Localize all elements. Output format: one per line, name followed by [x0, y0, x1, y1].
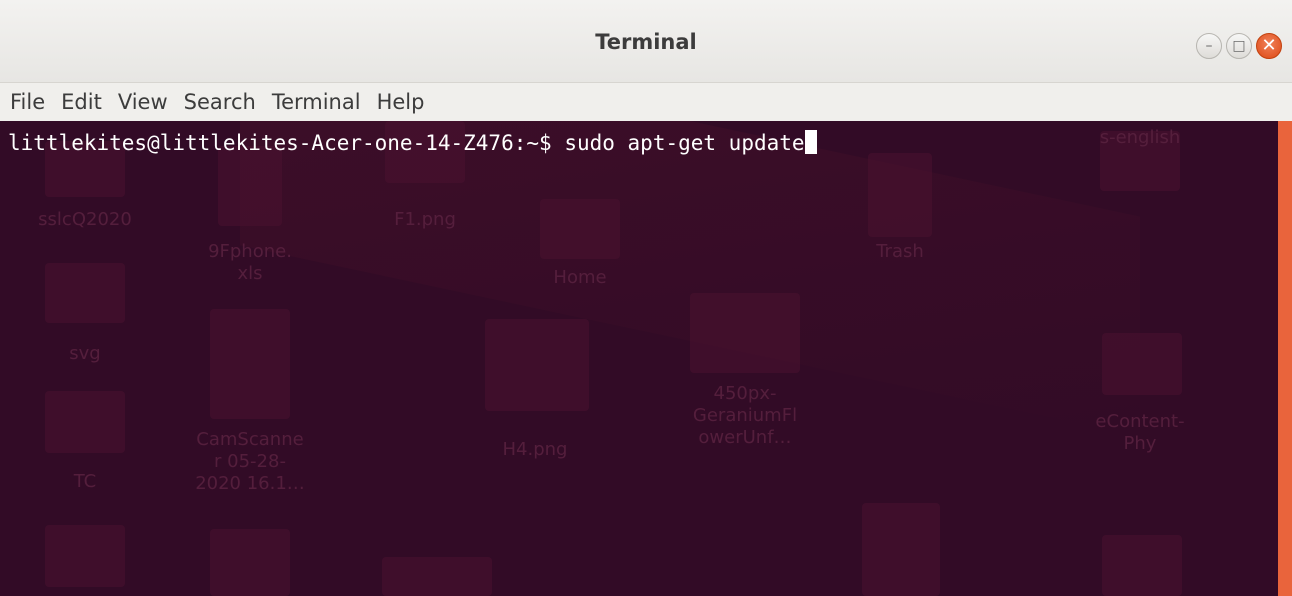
minimize-button[interactable]: – — [1196, 33, 1222, 59]
menu-view[interactable]: View — [118, 90, 168, 114]
folder-icon — [1102, 535, 1182, 596]
terminal-window: Terminal – □ ✕ File Edit View Search Ter… — [0, 0, 1292, 596]
desktop-icon-label: 450px- GeraniumFl owerUnf… — [692, 383, 798, 448]
desktop-icon-label: TC — [73, 471, 97, 492]
document-file-icon — [210, 529, 290, 596]
title-bar[interactable]: Terminal – □ ✕ — [0, 0, 1292, 83]
desktop-reflection: s-english sslcQ2020 9Fphone. xls F1.png … — [0, 121, 1278, 596]
menu-search[interactable]: Search — [184, 90, 256, 114]
desktop-icon-label: sslcQ2020 — [38, 209, 132, 230]
image-file-icon — [382, 557, 492, 596]
folder-icon — [45, 391, 125, 453]
folder-icon — [1100, 131, 1180, 191]
desktop-icon-label: Trash — [876, 241, 924, 262]
window-controls: – □ ✕ — [1196, 33, 1282, 59]
desktop-icon-label: 9Fphone. xls — [208, 241, 292, 284]
window-title: Terminal — [595, 30, 697, 54]
command-line: littlekites@littlekites-Acer-one-14-Z476… — [8, 129, 817, 157]
terminal-area[interactable]: s-english sslcQ2020 9Fphone. xls F1.png … — [0, 121, 1292, 596]
desktop-icon-label: s-english — [1099, 127, 1181, 148]
home-folder-icon — [540, 199, 620, 259]
desktop-icon-label: svg — [69, 343, 101, 364]
minimize-icon: – — [1205, 38, 1213, 54]
maximize-icon: □ — [1232, 38, 1246, 54]
menu-bar: File Edit View Search Terminal Help — [0, 83, 1292, 121]
close-button[interactable]: ✕ — [1256, 33, 1282, 59]
desktop-icon-label: Home — [553, 267, 607, 288]
folder-icon — [1102, 333, 1182, 395]
menu-file[interactable]: File — [10, 90, 45, 114]
close-icon: ✕ — [1261, 35, 1277, 56]
maximize-button[interactable]: □ — [1226, 33, 1252, 59]
document-file-icon — [862, 503, 940, 596]
image-file-icon — [690, 293, 800, 373]
spreadsheet-file-icon — [218, 146, 282, 226]
menu-help[interactable]: Help — [377, 90, 425, 114]
desktop-icon-label: F1.png — [394, 209, 456, 230]
typed-command: sudo apt-get update — [564, 131, 805, 155]
desktop-icon-label: CamScanne r 05-28- 2020 16.1… — [195, 429, 305, 494]
shell-prompt: littlekites@littlekites-Acer-one-14-Z476… — [8, 131, 552, 155]
menu-edit[interactable]: Edit — [61, 90, 102, 114]
terminal-scrollbar[interactable] — [1278, 121, 1292, 596]
image-file-icon — [485, 319, 589, 411]
desktop-icon-label: H4.png — [502, 439, 568, 460]
wallpaper-glow — [240, 121, 1140, 437]
trash-icon — [868, 153, 932, 237]
folder-icon — [45, 525, 125, 587]
folder-icon — [45, 263, 125, 323]
document-file-icon — [210, 309, 290, 419]
menu-terminal[interactable]: Terminal — [272, 90, 361, 114]
desktop-icon-label: eContent- Phy — [1095, 411, 1185, 454]
text-cursor — [804, 130, 817, 154]
